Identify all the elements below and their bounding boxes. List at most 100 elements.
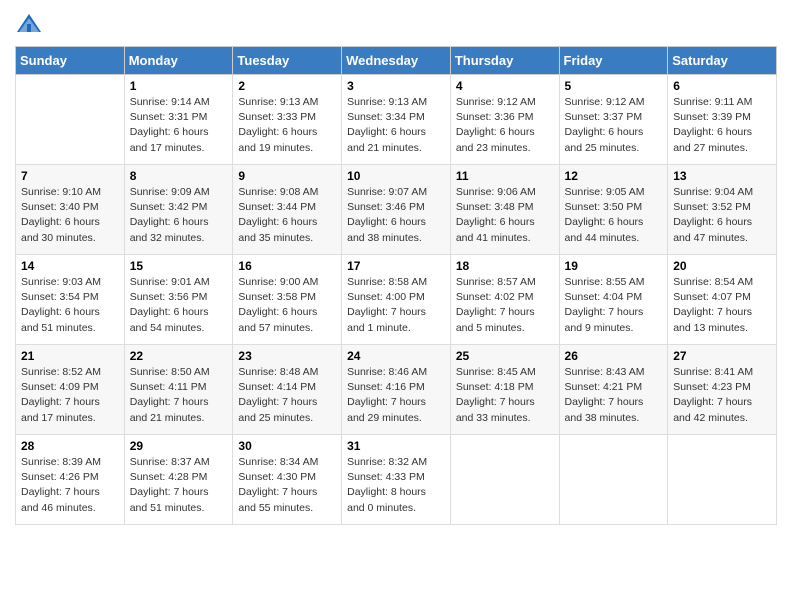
day-number: 22 xyxy=(130,349,228,363)
calendar-cell: 27 Sunrise: 8:41 AMSunset: 4:23 PMDayligh… xyxy=(668,345,777,435)
calendar-week-row: 1Sunrise: 9:14 AMSunset: 3:31 PMDaylight… xyxy=(16,75,777,165)
calendar-cell: 29Sunrise: 8:37 AMSunset: 4:28 PMDayligh… xyxy=(124,435,233,525)
day-number: 10 xyxy=(347,169,445,183)
calendar-cell: 19Sunrise: 8:55 AMSunset: 4:04 PMDayligh… xyxy=(559,255,668,345)
day-info: Sunrise: 9:12 AMSunset: 3:37 PMDaylight:… xyxy=(565,95,663,156)
day-number: 28 xyxy=(21,439,119,453)
day-number: 8 xyxy=(130,169,228,183)
day-number: 6 xyxy=(673,79,771,93)
calendar-cell: 9 Sunrise: 9:08 AMSunset: 3:44 PMDaylight… xyxy=(233,165,342,255)
day-number: 19 xyxy=(565,259,663,273)
calendar-header-friday: Friday xyxy=(559,47,668,75)
day-number: 16 xyxy=(238,259,336,273)
page-header xyxy=(15,10,777,38)
day-info: Sunrise: 8:32 AMSunset: 4:33 PMDaylight:… xyxy=(347,455,445,516)
day-info: Sunrise: 9:09 AMSunset: 3:42 PMDaylight:… xyxy=(130,185,228,246)
day-info: Sunrise: 8:54 AMSunset: 4:07 PMDaylight:… xyxy=(673,275,771,336)
day-number: 17 xyxy=(347,259,445,273)
day-info: Sunrise: 8:50 AMSunset: 4:11 PMDaylight:… xyxy=(130,365,228,426)
day-info: Sunrise: 9:10 AMSunset: 3:40 PMDaylight:… xyxy=(21,185,119,246)
calendar-cell: 22 Sunrise: 8:50 AMSunset: 4:11 PMDayligh… xyxy=(124,345,233,435)
day-info: Sunrise: 8:45 AMSunset: 4:18 PMDaylight:… xyxy=(456,365,554,426)
day-number: 27 xyxy=(673,349,771,363)
day-info: Sunrise: 8:39 AMSunset: 4:26 PMDaylight:… xyxy=(21,455,119,516)
day-info: Sunrise: 9:07 AMSunset: 3:46 PMDaylight:… xyxy=(347,185,445,246)
day-number: 21 xyxy=(21,349,119,363)
day-number: 18 xyxy=(456,259,554,273)
calendar-cell: 3 Sunrise: 9:13 AMSunset: 3:34 PMDaylight… xyxy=(342,75,451,165)
calendar-cell: 4Sunrise: 9:12 AMSunset: 3:36 PMDaylight… xyxy=(450,75,559,165)
calendar-cell: 12 Sunrise: 9:05 AMSunset: 3:50 PMDayligh… xyxy=(559,165,668,255)
logo xyxy=(15,10,49,38)
calendar-cell xyxy=(450,435,559,525)
calendar-cell: 18 Sunrise: 8:57 AMSunset: 4:02 PMDayligh… xyxy=(450,255,559,345)
calendar-cell: 8 Sunrise: 9:09 AMSunset: 3:42 PMDaylight… xyxy=(124,165,233,255)
calendar-cell xyxy=(668,435,777,525)
day-info: Sunrise: 9:14 AMSunset: 3:31 PMDaylight:… xyxy=(130,95,228,156)
day-number: 2 xyxy=(238,79,336,93)
calendar-cell: 5 Sunrise: 9:12 AMSunset: 3:37 PMDaylight… xyxy=(559,75,668,165)
calendar-cell xyxy=(559,435,668,525)
calendar-table: SundayMondayTuesdayWednesdayThursdayFrid… xyxy=(15,46,777,525)
day-info: Sunrise: 8:52 AMSunset: 4:09 PMDaylight:… xyxy=(21,365,119,426)
day-info: Sunrise: 9:00 AMSunset: 3:58 PMDaylight:… xyxy=(238,275,336,336)
calendar-header-wednesday: Wednesday xyxy=(342,47,451,75)
day-number: 4 xyxy=(456,79,554,93)
calendar-cell: 11 Sunrise: 9:06 AMSunset: 3:48 PMDayligh… xyxy=(450,165,559,255)
day-number: 9 xyxy=(238,169,336,183)
calendar-week-row: 21 Sunrise: 8:52 AMSunset: 4:09 PMDayligh… xyxy=(16,345,777,435)
day-info: Sunrise: 8:34 AMSunset: 4:30 PMDaylight:… xyxy=(238,455,336,516)
calendar-cell: 10 Sunrise: 9:07 AMSunset: 3:46 PMDayligh… xyxy=(342,165,451,255)
calendar-cell: 1Sunrise: 9:14 AMSunset: 3:31 PMDaylight… xyxy=(124,75,233,165)
calendar-header-monday: Monday xyxy=(124,47,233,75)
calendar-cell: 31Sunrise: 8:32 AMSunset: 4:33 PMDayligh… xyxy=(342,435,451,525)
day-number: 25 xyxy=(456,349,554,363)
day-info: Sunrise: 8:41 AMSunset: 4:23 PMDaylight:… xyxy=(673,365,771,426)
calendar-cell: 25 Sunrise: 8:45 AMSunset: 4:18 PMDayligh… xyxy=(450,345,559,435)
day-info: Sunrise: 9:03 AMSunset: 3:54 PMDaylight:… xyxy=(21,275,119,336)
calendar-header-thursday: Thursday xyxy=(450,47,559,75)
day-info: Sunrise: 9:05 AMSunset: 3:50 PMDaylight:… xyxy=(565,185,663,246)
day-info: Sunrise: 9:13 AMSunset: 3:34 PMDaylight:… xyxy=(347,95,445,156)
calendar-cell: 23Sunrise: 8:48 AMSunset: 4:14 PMDayligh… xyxy=(233,345,342,435)
day-number: 30 xyxy=(238,439,336,453)
day-info: Sunrise: 8:57 AMSunset: 4:02 PMDaylight:… xyxy=(456,275,554,336)
day-number: 14 xyxy=(21,259,119,273)
calendar-cell: 15 Sunrise: 9:01 AMSunset: 3:56 PMDayligh… xyxy=(124,255,233,345)
day-number: 5 xyxy=(565,79,663,93)
day-info: Sunrise: 9:13 AMSunset: 3:33 PMDaylight:… xyxy=(238,95,336,156)
calendar-cell: 26Sunrise: 8:43 AMSunset: 4:21 PMDayligh… xyxy=(559,345,668,435)
calendar-header-tuesday: Tuesday xyxy=(233,47,342,75)
day-info: Sunrise: 9:01 AMSunset: 3:56 PMDaylight:… xyxy=(130,275,228,336)
day-number: 3 xyxy=(347,79,445,93)
calendar-cell: 21 Sunrise: 8:52 AMSunset: 4:09 PMDayligh… xyxy=(16,345,125,435)
calendar-cell: 24 Sunrise: 8:46 AMSunset: 4:16 PMDayligh… xyxy=(342,345,451,435)
calendar-cell: 20Sunrise: 8:54 AMSunset: 4:07 PMDayligh… xyxy=(668,255,777,345)
day-number: 15 xyxy=(130,259,228,273)
calendar-week-row: 14 Sunrise: 9:03 AMSunset: 3:54 PMDayligh… xyxy=(16,255,777,345)
calendar-header-sunday: Sunday xyxy=(16,47,125,75)
calendar-week-row: 28 Sunrise: 8:39 AMSunset: 4:26 PMDayligh… xyxy=(16,435,777,525)
day-info: Sunrise: 9:06 AMSunset: 3:48 PMDaylight:… xyxy=(456,185,554,246)
calendar-header-saturday: Saturday xyxy=(668,47,777,75)
calendar-week-row: 7 Sunrise: 9:10 AMSunset: 3:40 PMDaylight… xyxy=(16,165,777,255)
logo-icon xyxy=(15,10,43,38)
day-info: Sunrise: 8:58 AMSunset: 4:00 PMDaylight:… xyxy=(347,275,445,336)
day-number: 7 xyxy=(21,169,119,183)
calendar-cell: 6 Sunrise: 9:11 AMSunset: 3:39 PMDaylight… xyxy=(668,75,777,165)
day-info: Sunrise: 8:46 AMSunset: 4:16 PMDaylight:… xyxy=(347,365,445,426)
day-info: Sunrise: 9:08 AMSunset: 3:44 PMDaylight:… xyxy=(238,185,336,246)
day-number: 12 xyxy=(565,169,663,183)
day-number: 26 xyxy=(565,349,663,363)
day-number: 13 xyxy=(673,169,771,183)
day-number: 24 xyxy=(347,349,445,363)
calendar-cell: 13 Sunrise: 9:04 AMSunset: 3:52 PMDayligh… xyxy=(668,165,777,255)
calendar-cell: 16 Sunrise: 9:00 AMSunset: 3:58 PMDayligh… xyxy=(233,255,342,345)
day-info: Sunrise: 9:04 AMSunset: 3:52 PMDaylight:… xyxy=(673,185,771,246)
calendar-header-row: SundayMondayTuesdayWednesdayThursdayFrid… xyxy=(16,47,777,75)
day-number: 11 xyxy=(456,169,554,183)
day-info: Sunrise: 8:37 AMSunset: 4:28 PMDaylight:… xyxy=(130,455,228,516)
day-info: Sunrise: 9:11 AMSunset: 3:39 PMDaylight:… xyxy=(673,95,771,156)
calendar-cell: 30 Sunrise: 8:34 AMSunset: 4:30 PMDayligh… xyxy=(233,435,342,525)
calendar-cell: 14 Sunrise: 9:03 AMSunset: 3:54 PMDayligh… xyxy=(16,255,125,345)
